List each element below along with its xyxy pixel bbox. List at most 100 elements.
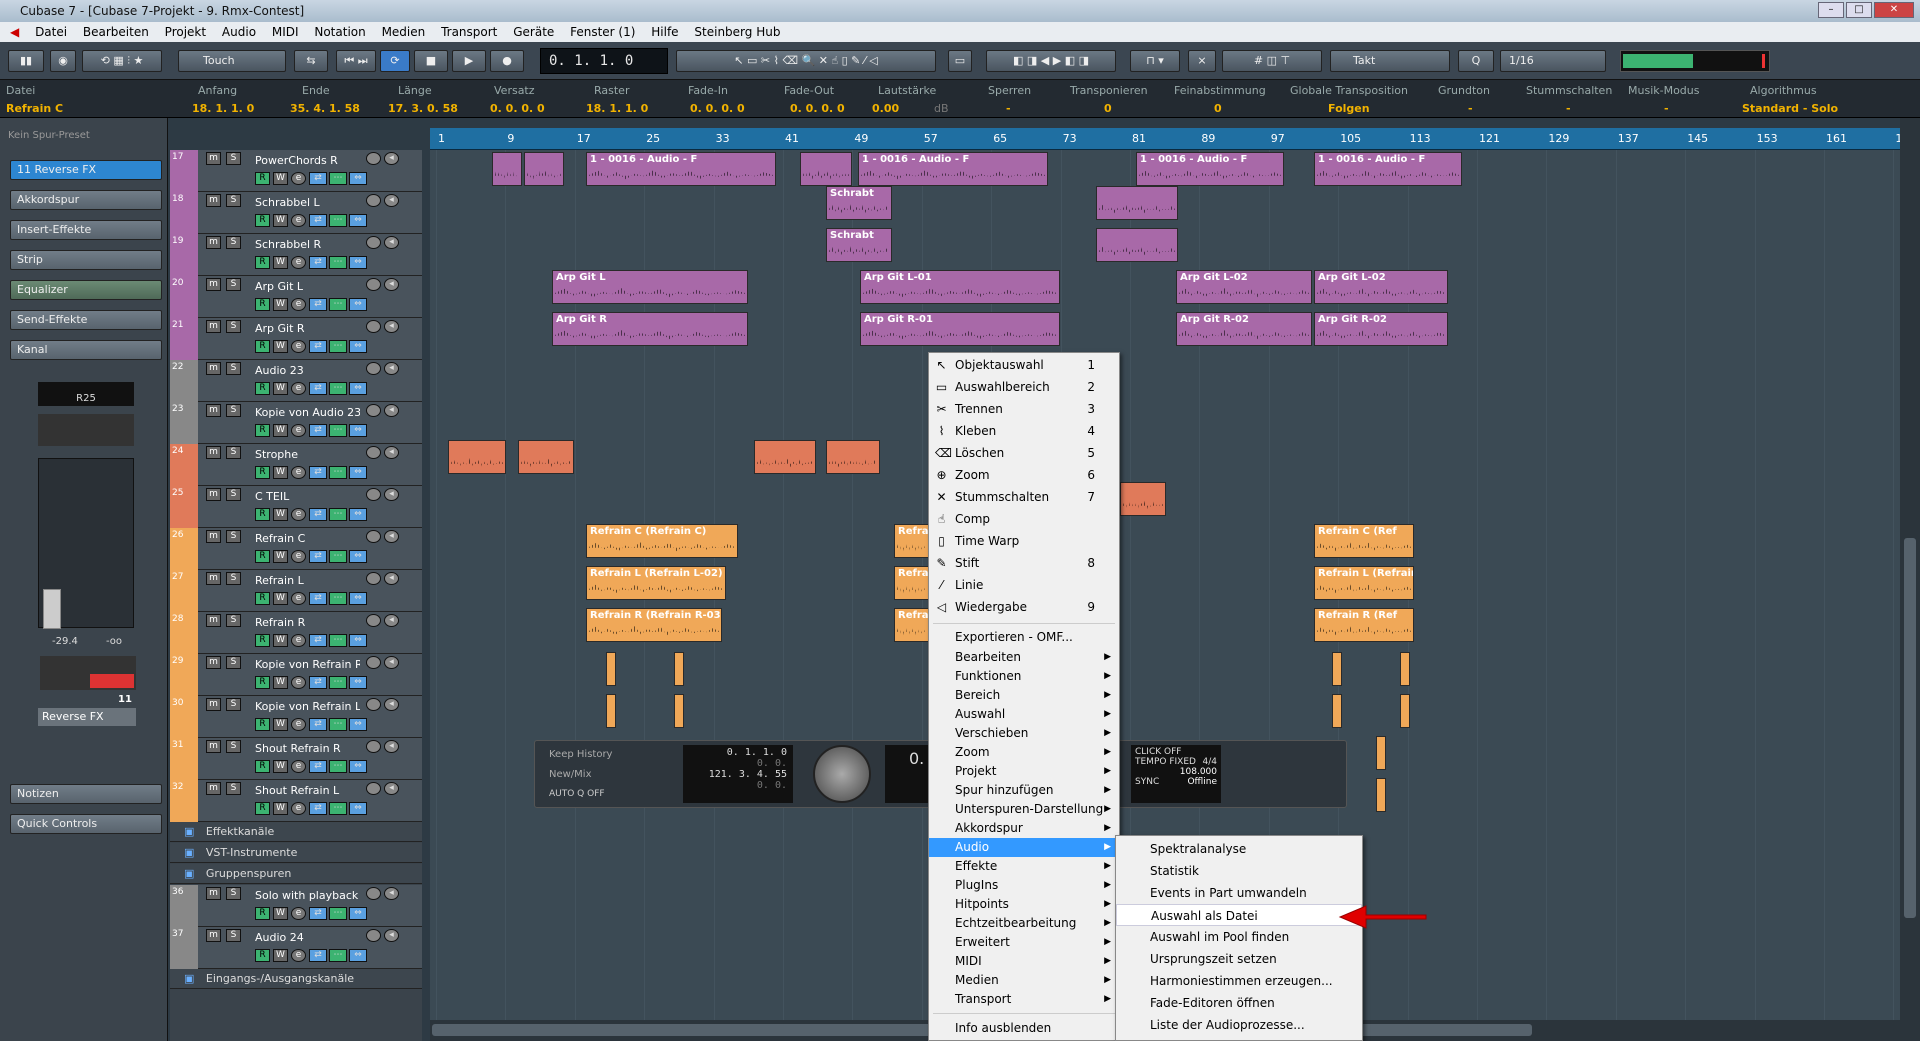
- solo-button[interactable]: S: [226, 530, 241, 543]
- menu-item-trennen[interactable]: ✂ Trennen 3: [929, 400, 1119, 419]
- inspector-section-insert-effekte[interactable]: Insert-Effekte: [10, 220, 162, 240]
- edit-channel-icon[interactable]: e: [291, 382, 306, 395]
- track-color-strip[interactable]: 28: [170, 612, 198, 654]
- play-button[interactable]: ▶: [452, 50, 486, 72]
- track-color-strip[interactable]: 26: [170, 528, 198, 570]
- automation-icon[interactable]: ⇔: [349, 592, 367, 605]
- menu-item-effekte[interactable]: Effekte ▶: [929, 857, 1119, 876]
- menu-item-echtzeitbearbeitung[interactable]: Echtzeitbearbeitung ▶: [929, 914, 1119, 933]
- read-button[interactable]: R: [255, 466, 270, 479]
- cycle-button[interactable]: ⟳: [380, 50, 410, 72]
- solo-button[interactable]: S: [226, 740, 241, 753]
- rewind-buttons[interactable]: ⏮ ⏭: [336, 50, 376, 72]
- audio-event[interactable]: [1376, 736, 1386, 770]
- track-row[interactable]: 23 m S Kopie von Audio 23 R We ⇄ ⋯ ⇔ ◂: [170, 402, 422, 444]
- automation-icon[interactable]: ⇔: [349, 508, 367, 521]
- position-display[interactable]: 0. 1. 1. 0: [540, 48, 668, 74]
- constrain-delay-button[interactable]: ◉: [50, 50, 76, 72]
- info-value-algorithmus[interactable]: Standard - Solo: [1742, 102, 1838, 115]
- quantize-button[interactable]: Q: [1458, 50, 1494, 72]
- monitor-speaker-icon[interactable]: ◂: [384, 194, 399, 207]
- menu-item-plugins[interactable]: PlugIns ▶: [929, 876, 1119, 895]
- audio-part[interactable]: Refra: [894, 566, 930, 600]
- write-button[interactable]: W: [273, 592, 288, 605]
- read-button[interactable]: R: [255, 907, 270, 920]
- menu-item-unterspuren-darstellung[interactable]: Unterspuren-Darstellung ▶: [929, 800, 1119, 819]
- audio-part[interactable]: [826, 440, 880, 474]
- track-name[interactable]: PowerChords R: [255, 154, 360, 167]
- mute-button[interactable]: m: [206, 698, 221, 711]
- info-value-feinabstimmung[interactable]: 0: [1214, 102, 1222, 115]
- audio-part[interactable]: Refrain L (Refrain L-02): [586, 566, 726, 600]
- edit-channel-icon[interactable]: e: [291, 907, 306, 920]
- lanes-icon[interactable]: ⋯: [329, 634, 347, 647]
- automation-icon[interactable]: ⇔: [349, 382, 367, 395]
- mute-button[interactable]: m: [206, 887, 221, 900]
- info-value-sperren[interactable]: -: [1006, 102, 1011, 115]
- read-write-buttons[interactable]: [40, 656, 136, 690]
- menu-item-auswahlbereich[interactable]: ▭ Auswahlbereich 2: [929, 378, 1119, 397]
- track-name[interactable]: Schrabbel R: [255, 238, 360, 251]
- info-value-raster[interactable]: 18. 1. 1. 0: [586, 102, 648, 115]
- edit-channel-icon[interactable]: e: [291, 508, 306, 521]
- track-row[interactable]: 30 m S Kopie von Refrain L R We ⇄ ⋯ ⇔ ◂: [170, 696, 422, 738]
- read-button[interactable]: R: [255, 550, 270, 563]
- menu-geraete[interactable]: Geräte: [513, 25, 554, 39]
- pan-control[interactable]: R25: [38, 382, 134, 406]
- tempo-label[interactable]: TEMPO: [1135, 757, 1166, 767]
- automation-icon[interactable]: ⇔: [349, 760, 367, 773]
- write-button[interactable]: W: [273, 298, 288, 311]
- audio-part[interactable]: [1120, 482, 1166, 516]
- track-name[interactable]: Audio 24: [255, 931, 360, 944]
- menu-item-medien[interactable]: Medien ▶: [929, 971, 1119, 990]
- folder-track[interactable]: ▣ VST-Instrumente: [170, 843, 422, 863]
- info-value-ende[interactable]: 35. 4. 1. 58: [290, 102, 360, 115]
- edit-channel-icon[interactable]: e: [291, 172, 306, 185]
- write-button[interactable]: W: [273, 424, 288, 437]
- audio-submenu-item-auswahl-im-pool-finden[interactable]: Auswahl im Pool finden: [1116, 926, 1362, 948]
- track-row[interactable]: 18 m S Schrabbel L R We ⇄ ⋯ ⇔ ◂: [170, 192, 422, 234]
- edit-channel-icon[interactable]: e: [291, 802, 306, 815]
- lanes-icon[interactable]: ⋯: [329, 382, 347, 395]
- audio-part[interactable]: [492, 152, 522, 186]
- monitor-icon[interactable]: ⇄: [309, 634, 327, 647]
- track-name[interactable]: Refrain C: [255, 532, 360, 545]
- inspector-section-strip[interactable]: Strip: [10, 250, 162, 270]
- read-button[interactable]: R: [255, 298, 270, 311]
- monitor-speaker-icon[interactable]: ◂: [384, 236, 399, 249]
- edit-channel-icon[interactable]: e: [291, 676, 306, 689]
- lanes-icon[interactable]: ⋯: [329, 172, 347, 185]
- menu-item-objektauswahl[interactable]: ↖ Objektauswahl 1: [929, 356, 1119, 375]
- record-enable-icon[interactable]: [366, 740, 381, 753]
- grid-type-select[interactable]: Takt: [1330, 50, 1450, 72]
- info-value-global-transposition[interactable]: Folgen: [1328, 102, 1370, 115]
- track-color-strip[interactable]: 19: [170, 234, 198, 276]
- audio-part[interactable]: [754, 440, 816, 474]
- menu-item-zoom[interactable]: Zoom ▶: [929, 743, 1119, 762]
- track-row[interactable]: 25 m S C TEIL R We ⇄ ⋯ ⇔ ◂: [170, 486, 422, 528]
- audio-part[interactable]: Arp Git R-01: [860, 312, 1060, 346]
- inspector-section-send-effekte[interactable]: Send-Effekte: [10, 310, 162, 330]
- fader-handle[interactable]: [43, 589, 61, 629]
- write-button[interactable]: W: [273, 340, 288, 353]
- record-enable-icon[interactable]: [366, 404, 381, 417]
- track-color-strip[interactable]: 31: [170, 738, 198, 780]
- read-button[interactable]: R: [255, 256, 270, 269]
- monitor-icon[interactable]: ⇄: [309, 949, 327, 962]
- menu-item-linie[interactable]: ⁄ Linie: [929, 576, 1119, 595]
- audio-submenu-item-auswahl-als-datei[interactable]: Auswahl als Datei: [1116, 904, 1362, 926]
- monitor-speaker-icon[interactable]: ◂: [384, 887, 399, 900]
- menu-item-löschen[interactable]: ⌫ Löschen 5: [929, 444, 1119, 463]
- mute-button[interactable]: m: [206, 194, 221, 207]
- keep-history-label[interactable]: Keep History: [549, 749, 612, 760]
- mute-button[interactable]: m: [206, 740, 221, 753]
- write-button[interactable]: W: [273, 760, 288, 773]
- scrollbar-thumb[interactable]: [1904, 538, 1916, 918]
- write-button[interactable]: W: [273, 550, 288, 563]
- lanes-icon[interactable]: ⋯: [329, 676, 347, 689]
- automation-icon[interactable]: ⇔: [349, 676, 367, 689]
- monitor-speaker-icon[interactable]: ◂: [384, 782, 399, 795]
- inspector-section-equalizer[interactable]: Equalizer: [10, 280, 162, 300]
- monitor-icon[interactable]: ⇄: [309, 718, 327, 731]
- mute-button[interactable]: m: [206, 488, 221, 501]
